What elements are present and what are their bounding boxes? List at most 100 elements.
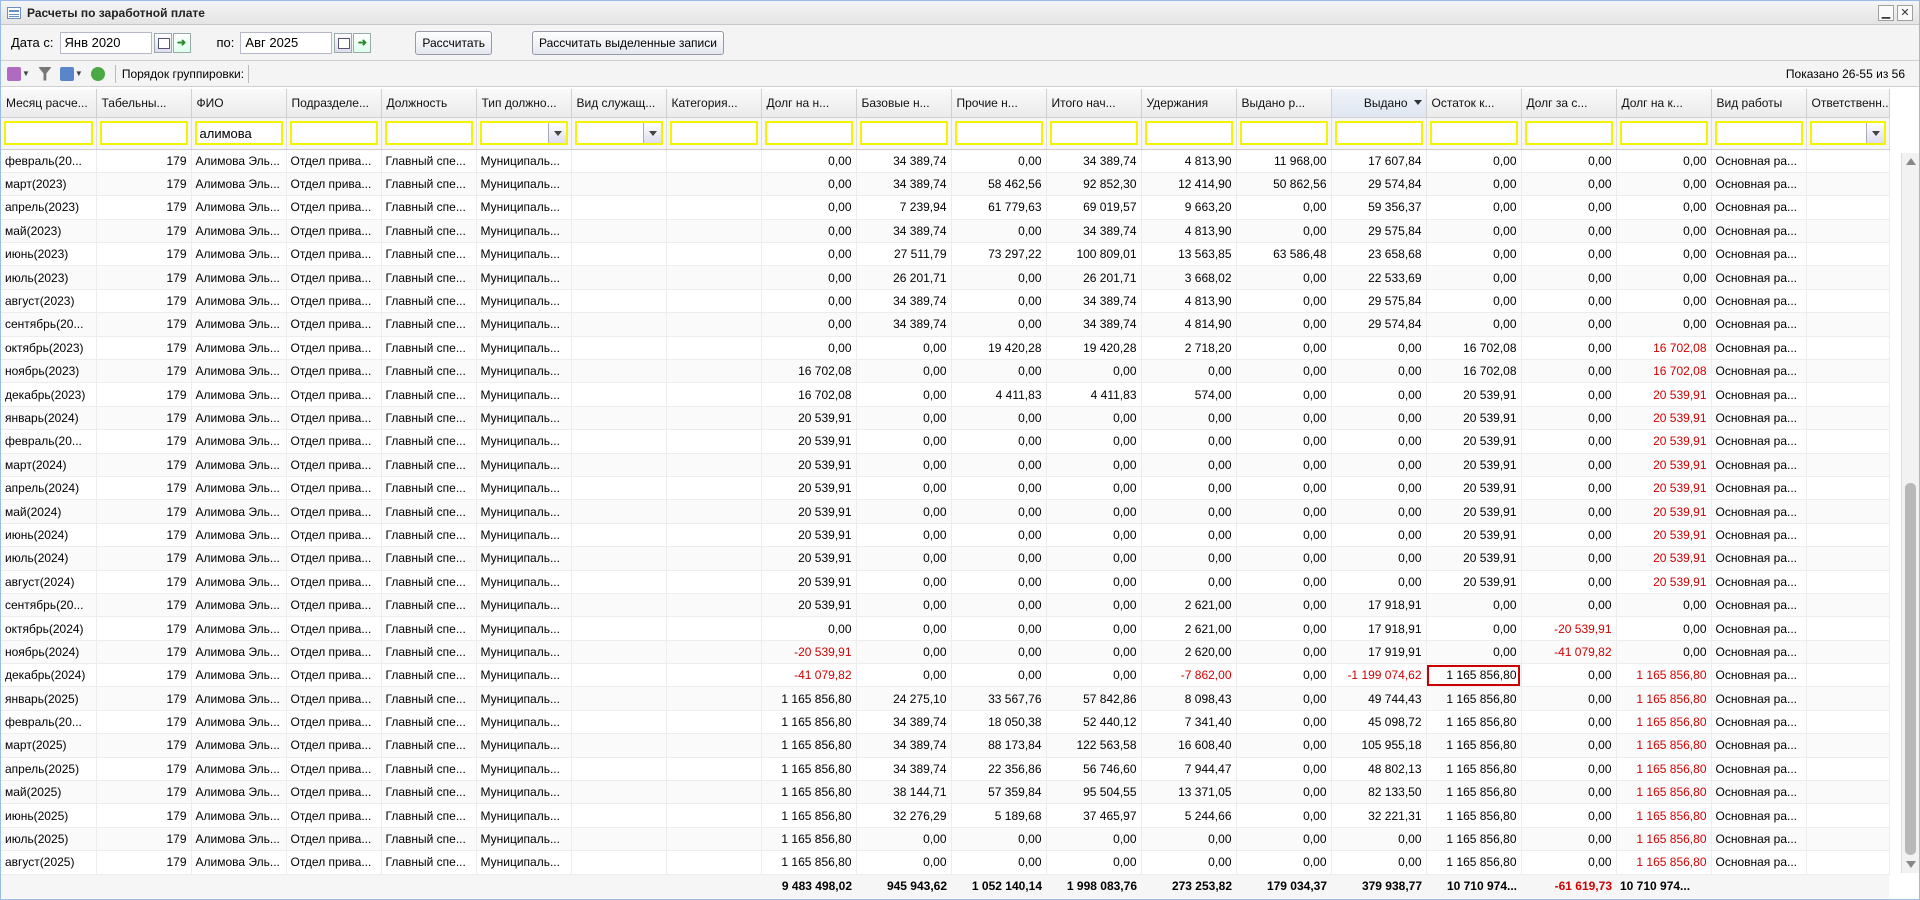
other-accrual-cell[interactable]: 0,00: [951, 663, 1047, 688]
month-cell[interactable]: февраль(20...: [1, 149, 97, 173]
table-row[interactable]: июль(2025) 179 Алимова Эль... Отдел прива..…: [1, 827, 1890, 852]
debt-s-cell[interactable]: 0,00: [1521, 336, 1617, 361]
debt-s-cell[interactable]: 0,00: [1521, 242, 1617, 267]
debt-start-cell[interactable]: 20 539,91: [761, 593, 857, 618]
tab-number-cell[interactable]: 179: [96, 499, 192, 524]
tab-number-cell[interactable]: 179: [96, 382, 192, 407]
fio-cell[interactable]: Алимова Эль...: [191, 570, 287, 594]
fio-cell[interactable]: Алимова Эль...: [191, 663, 287, 688]
apply-arrow-icon[interactable]: ➜: [172, 32, 191, 53]
month-cell[interactable]: август(2025): [1, 850, 97, 875]
debt-end-cell[interactable]: 1 165 856,80: [1616, 710, 1712, 735]
debt-end-cell[interactable]: 1 165 856,80: [1616, 757, 1712, 782]
category-cell[interactable]: [666, 710, 762, 735]
column-header[interactable]: Остаток к...: [1426, 89, 1522, 118]
paid-r-cell[interactable]: 0,00: [1236, 476, 1332, 501]
column-header-sorted[interactable]: Выдано: [1331, 89, 1427, 118]
department-cell[interactable]: Отдел прива...: [286, 499, 382, 524]
debt-end-cell[interactable]: 20 539,91: [1616, 453, 1712, 477]
deductions-cell[interactable]: 13 563,85: [1141, 242, 1237, 267]
fio-cell[interactable]: Алимова Эль...: [191, 172, 287, 197]
actions-menu-button[interactable]: ▼: [5, 64, 32, 84]
paid-cell[interactable]: 0,00: [1331, 406, 1427, 431]
deductions-cell[interactable]: 7 341,40: [1141, 710, 1237, 735]
total-accrual-cell[interactable]: 37 465,97: [1046, 803, 1142, 828]
work-type-cell[interactable]: Основная ра...: [1711, 850, 1807, 875]
calculate-button[interactable]: Рассчитать: [415, 30, 493, 55]
deductions-cell[interactable]: 16 608,40: [1141, 733, 1237, 758]
work-type-cell[interactable]: Основная ра...: [1711, 149, 1807, 173]
debt-start-cell[interactable]: 1 165 856,80: [761, 850, 857, 875]
filter-select[interactable]: [574, 121, 663, 145]
employee-kind-cell[interactable]: [571, 616, 667, 641]
base-accrual-cell[interactable]: 34 389,74: [856, 757, 952, 782]
work-type-cell[interactable]: Основная ра...: [1711, 546, 1807, 571]
department-cell[interactable]: Отдел прива...: [286, 570, 382, 594]
position-cell[interactable]: Главный спе...: [381, 336, 477, 361]
paid-cell[interactable]: 0,00: [1331, 476, 1427, 501]
rest-cell[interactable]: 1 165 856,80: [1426, 827, 1522, 852]
paid-r-cell[interactable]: 0,00: [1236, 195, 1332, 220]
base-accrual-cell[interactable]: 0,00: [856, 406, 952, 431]
apply-arrow-icon[interactable]: ➜: [353, 32, 372, 53]
paid-r-cell[interactable]: 0,00: [1236, 406, 1332, 431]
category-cell[interactable]: [666, 312, 762, 337]
debt-end-cell[interactable]: 0,00: [1616, 265, 1712, 290]
fio-cell[interactable]: Алимова Эль...: [191, 710, 287, 735]
total-accrual-cell[interactable]: 95 504,55: [1046, 780, 1142, 805]
fio-cell[interactable]: Алимова Эль...: [191, 359, 287, 384]
fio-cell[interactable]: Алимова Эль...: [191, 686, 287, 711]
vertical-scrollbar[interactable]: [1901, 153, 1919, 873]
paid-cell[interactable]: 17 918,91: [1331, 593, 1427, 618]
rest-cell[interactable]: 0,00: [1426, 265, 1522, 290]
paid-cell[interactable]: 17 919,91: [1331, 640, 1427, 665]
employee-kind-cell[interactable]: [571, 195, 667, 220]
fio-cell[interactable]: Алимова Эль...: [191, 429, 287, 454]
fio-cell[interactable]: Алимова Эль...: [191, 195, 287, 220]
position-cell[interactable]: Главный спе...: [381, 827, 477, 852]
table-row[interactable]: март(2024) 179 Алимова Эль... Отдел прива..…: [1, 453, 1890, 477]
debt-end-cell[interactable]: 0,00: [1616, 593, 1712, 618]
total-accrual-cell[interactable]: 0,00: [1046, 429, 1142, 454]
work-type-cell[interactable]: Основная ра...: [1711, 429, 1807, 454]
filter-input[interactable]: [1524, 121, 1613, 145]
total-accrual-cell[interactable]: 122 563,58: [1046, 733, 1142, 758]
chevron-down-icon[interactable]: [642, 123, 661, 143]
department-cell[interactable]: Отдел прива...: [286, 780, 382, 805]
month-cell[interactable]: февраль(20...: [1, 429, 97, 454]
tab-number-cell[interactable]: 179: [96, 593, 192, 618]
filter-input[interactable]: [669, 121, 758, 145]
position-cell[interactable]: Главный спе...: [381, 289, 477, 314]
position-type-cell[interactable]: Муниципаль...: [476, 382, 572, 407]
debt-end-cell[interactable]: 20 539,91: [1616, 429, 1712, 454]
chevron-down-icon[interactable]: [547, 123, 566, 143]
debt-start-cell[interactable]: 0,00: [761, 616, 857, 641]
debt-s-cell[interactable]: 0,00: [1521, 359, 1617, 384]
department-cell[interactable]: Отдел прива...: [286, 546, 382, 571]
rest-cell[interactable]: 1 165 856,80: [1426, 733, 1522, 758]
other-accrual-cell[interactable]: 4 411,83: [951, 382, 1047, 407]
total-accrual-cell[interactable]: 34 389,74: [1046, 289, 1142, 314]
other-accrual-cell[interactable]: 57 359,84: [951, 780, 1047, 805]
table-row[interactable]: март(2023) 179 Алимова Эль... Отдел прива..…: [1, 172, 1890, 197]
paid-r-cell[interactable]: 0,00: [1236, 640, 1332, 665]
column-header[interactable]: Табельны...: [96, 89, 192, 118]
fio-cell[interactable]: Алимова Эль...: [191, 780, 287, 805]
month-cell[interactable]: ноябрь(2024): [1, 640, 97, 665]
column-header[interactable]: Итого нач...: [1046, 89, 1142, 118]
base-accrual-cell[interactable]: 32 276,29: [856, 803, 952, 828]
deductions-cell[interactable]: 0,00: [1141, 523, 1237, 548]
debt-start-cell[interactable]: 1 165 856,80: [761, 827, 857, 852]
table-row[interactable]: июль(2024) 179 Алимова Эль... Отдел прива..…: [1, 546, 1890, 571]
position-cell[interactable]: Главный спе...: [381, 523, 477, 548]
rest-cell[interactable]: 0,00: [1426, 172, 1522, 197]
tab-number-cell[interactable]: 179: [96, 149, 192, 173]
responsible-cell[interactable]: [1806, 312, 1890, 337]
work-type-cell[interactable]: Основная ра...: [1711, 570, 1807, 594]
table-row[interactable]: август(2025) 179 Алимова Эль... Отдел прива…: [1, 850, 1890, 875]
department-cell[interactable]: Отдел прива...: [286, 850, 382, 875]
other-accrual-cell[interactable]: 0,00: [951, 406, 1047, 431]
debt-s-cell[interactable]: 0,00: [1521, 663, 1617, 688]
tab-number-cell[interactable]: 179: [96, 686, 192, 711]
deductions-cell[interactable]: 5 244,66: [1141, 803, 1237, 828]
